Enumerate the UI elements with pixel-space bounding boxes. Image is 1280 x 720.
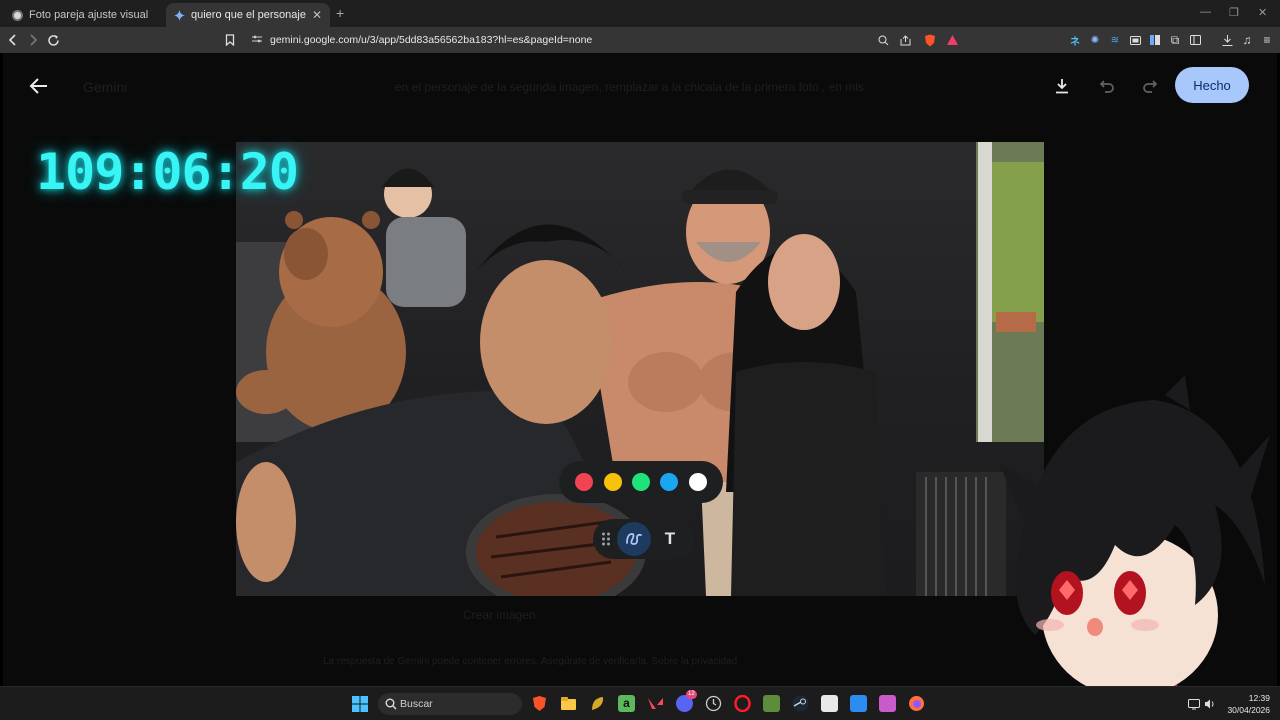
color-swatch-blue[interactable] <box>660 473 679 491</box>
ghost-tools: Crear imagen <box>463 608 536 622</box>
opera-icon[interactable] <box>734 695 751 712</box>
color-swatch-white[interactable] <box>688 473 707 491</box>
discord-icon[interactable]: 12 <box>676 690 697 712</box>
valorant-icon[interactable] <box>647 695 664 712</box>
chat-icon <box>12 9 23 21</box>
sidebar-toggle-icon[interactable] <box>1189 34 1201 46</box>
address-bar[interactable]: gemini.google.com/u/3/app/5dd83a56562ba1… <box>244 29 964 51</box>
forward-icon[interactable] <box>23 30 43 50</box>
text-editor-icon[interactable]: a <box>618 695 635 712</box>
extensions-icon[interactable]: ⧉ <box>1169 33 1181 47</box>
drag-handle-icon[interactable] <box>601 531 611 547</box>
clock-app-icon[interactable] <box>705 695 722 712</box>
search-icon <box>385 698 397 710</box>
stream-timer: 109:06:20 <box>36 143 299 201</box>
translate-extension-icon[interactable]: ネ <box>1069 34 1081 48</box>
taskbar: Buscar a 12 12:39 30/04/2026 <box>0 686 1280 720</box>
file-explorer-icon[interactable] <box>560 695 577 712</box>
search-placeholder: Buscar <box>400 698 433 710</box>
close-tab-icon[interactable]: ✕ <box>312 8 322 22</box>
media-icon[interactable]: ♫ <box>1241 33 1253 47</box>
site-settings-icon[interactable] <box>252 34 262 44</box>
steam-icon[interactable] <box>792 695 809 712</box>
discord-badge: 12 <box>686 690 697 699</box>
minimize-icon[interactable]: — <box>1200 6 1211 18</box>
sidebar-extension-icon[interactable] <box>1149 34 1161 46</box>
tab-gemini[interactable]: quiero que el personaje de la segunda im… <box>166 3 330 27</box>
react-extension-icon[interactable]: ✺ <box>1089 34 1101 46</box>
redo-icon[interactable] <box>1139 75 1161 97</box>
ghost-prompt: en el personaje de la segunda imagen, re… <box>395 80 864 94</box>
leaf-app-icon[interactable] <box>589 695 606 712</box>
reload-icon[interactable] <box>43 30 63 50</box>
paint-app-icon[interactable] <box>850 695 867 712</box>
volume-icon[interactable] <box>1204 698 1216 710</box>
url-text: gemini.google.com/u/3/app/5dd83a56562ba1… <box>270 34 593 46</box>
tab-title: quiero que el personaje de la segunda im… <box>191 9 306 21</box>
pen-tool-button[interactable] <box>617 522 651 556</box>
brave-browser-icon[interactable] <box>531 695 548 712</box>
back-arrow-icon[interactable] <box>27 75 51 97</box>
network-icon[interactable] <box>1188 698 1200 710</box>
zoom-icon[interactable] <box>877 34 889 46</box>
clock-date: 30/04/2026 <box>1227 705 1270 715</box>
window-extension-icon[interactable] <box>1129 34 1141 46</box>
scribble-icon <box>626 533 642 545</box>
done-button[interactable]: Hecho <box>1175 67 1249 103</box>
bookmark-icon[interactable] <box>220 30 240 50</box>
brave-rewards-icon[interactable] <box>946 34 958 46</box>
media-app-icon[interactable] <box>879 695 896 712</box>
back-icon[interactable] <box>3 30 23 50</box>
tab-title: Foto pareja ajuste visual <box>29 9 149 21</box>
taskbar-search[interactable]: Buscar <box>378 693 522 715</box>
color-swatch-green[interactable] <box>631 473 650 491</box>
minecraft-icon[interactable] <box>763 695 780 712</box>
menu-icon[interactable]: ≡ <box>1261 33 1273 47</box>
share-icon[interactable] <box>899 34 911 46</box>
tab-strip: Foto pareja ajuste visual quiero que el … <box>0 0 1280 27</box>
windows-start-icon[interactable] <box>352 696 368 712</box>
color-palette <box>559 461 723 503</box>
new-tab-button[interactable]: + <box>336 5 344 21</box>
wave-extension-icon[interactable]: ≋ <box>1109 34 1121 46</box>
roblox-studio-icon[interactable] <box>821 695 838 712</box>
downloads-icon[interactable] <box>1221 34 1233 46</box>
ghost-footer: La respuesta de Gemini puede contener er… <box>323 656 738 667</box>
firefox-icon[interactable] <box>908 695 925 712</box>
ghost-title: Gemini <box>83 79 128 95</box>
gemini-icon <box>174 9 185 21</box>
text-tool-button[interactable]: T <box>659 528 681 550</box>
color-swatch-red[interactable] <box>575 473 594 491</box>
system-clock[interactable]: 12:39 30/04/2026 <box>1222 692 1270 716</box>
brave-shield-icon[interactable] <box>923 34 937 46</box>
close-window-icon[interactable]: ✕ <box>1258 6 1267 19</box>
color-swatch-yellow[interactable] <box>603 473 622 491</box>
download-icon[interactable] <box>1051 75 1073 97</box>
clock-time: 12:39 <box>1248 693 1270 703</box>
drawing-toolbar: T <box>593 519 695 559</box>
undo-icon[interactable] <box>1096 75 1118 97</box>
browser-toolbar: gemini.google.com/u/3/app/5dd83a56562ba1… <box>0 27 1280 53</box>
anime-avatar-overlay <box>1000 375 1270 720</box>
tab-foto-pareja[interactable]: Foto pareja ajuste visual <box>4 3 164 27</box>
restore-icon[interactable]: ❐ <box>1229 6 1239 19</box>
